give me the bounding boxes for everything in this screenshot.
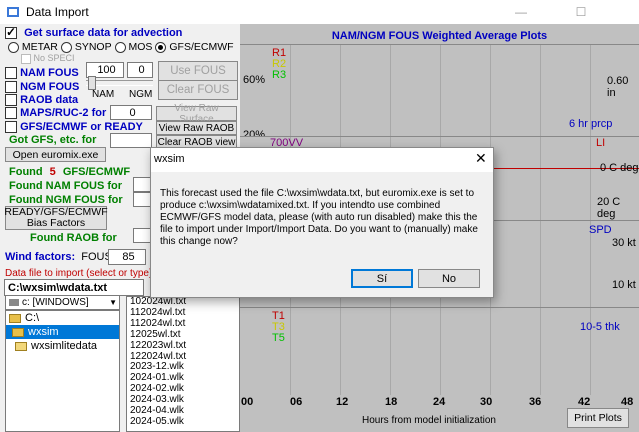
file-list[interactable]: 102024wl.txt 112024wl.txt 112024wl.txt 1… <box>126 296 240 432</box>
surface-data-checkbox[interactable] <box>5 25 17 40</box>
nam-label: NAM <box>92 89 115 100</box>
nam-fous-option[interactable]: NAM FOUS <box>5 67 79 80</box>
source-radio-group: METAR SYNOP MOS GFS/ECMWF <box>8 41 234 53</box>
x-tick: 30 <box>480 396 493 408</box>
open-euromix-button[interactable]: Open euromix.exe <box>5 147 106 162</box>
bias-factors-button[interactable]: READY/GFS/ECMWF Bias Factors <box>4 206 108 230</box>
radio-gfs-ecmwf[interactable]: GFS/ECMWF <box>155 41 234 53</box>
spd-label: SPD <box>589 224 612 236</box>
no-button[interactable]: No <box>418 269 480 288</box>
x-tick: 24 <box>433 396 446 408</box>
window-title: Data Import <box>26 5 89 19</box>
weight-slider-track[interactable] <box>86 80 153 86</box>
folder-open-icon <box>12 327 24 337</box>
directory-list[interactable]: C:\ wxsim wxsimlitedata <box>5 310 120 432</box>
file-list-item[interactable]: 12025wl.txt <box>130 329 239 341</box>
data-import-window: Data Import — ☐ Get surface data for adv… <box>0 0 639 432</box>
raob-data-option[interactable]: RAOB data <box>5 94 78 107</box>
chevron-down-icon: ▼ <box>109 298 117 307</box>
radio-mos[interactable]: MOS <box>114 41 152 53</box>
x-axis-label: Hours from model initialization <box>362 415 496 426</box>
x-tick: 36 <box>529 396 542 408</box>
drive-select[interactable]: c: [WINDOWS] ▼ <box>5 295 120 310</box>
dir-item-root[interactable]: C:\ <box>6 311 119 325</box>
x-tick: 48 <box>621 396 634 408</box>
surface-data-row: Get surface data for advection <box>5 25 183 40</box>
dir-item-wxsimlitedata[interactable]: wxsimlitedata <box>6 339 119 353</box>
dir-item-wxsim[interactable]: wxsim <box>6 325 119 339</box>
drive-icon <box>9 299 19 306</box>
li-label: LI <box>596 137 606 149</box>
maps-ruc-option[interactable]: MAPS/RUC-2 for <box>5 107 106 120</box>
file-list-item[interactable]: 122023wl.txt <box>130 340 239 352</box>
data-file-input[interactable]: C:\wxsim\wdata.txt <box>4 279 144 296</box>
found-nam-label: Found NAM FOUS for <box>9 180 123 192</box>
ngm-fous-option[interactable]: NGM FOUS <box>5 81 79 94</box>
thickness-panel: T1 T3 T5 10-5 thk <box>240 307 639 395</box>
no-speci-option[interactable]: No SPECI <box>21 53 75 64</box>
plots-title: NAM/NGM FOUS Weighted Average Plots <box>331 30 548 42</box>
spd-low-value: 10 kt <box>612 279 636 291</box>
view-raw-surface-button[interactable]: View Raw Surface <box>156 103 237 125</box>
got-gfs-input[interactable] <box>110 133 152 148</box>
found-ngm-field <box>133 192 151 207</box>
found-raob-field <box>133 228 151 243</box>
surface-data-label: Get surface data for advection <box>24 27 183 39</box>
wind-factors-row: Wind factors: FOUS <box>5 251 112 263</box>
fous-wind-input[interactable]: 85 <box>108 249 146 265</box>
li-twenty-value: 20 C deg <box>597 196 621 220</box>
data-file-label: Data file to import (select or type) <box>5 268 153 279</box>
title-bar[interactable]: Data Import — ☐ <box>0 0 639 24</box>
dialog-title: wxsim <box>154 153 185 165</box>
ngm-label: NGM <box>129 89 153 100</box>
precip-label: 6 hr prcp <box>569 118 613 130</box>
x-tick: 00 <box>241 396 254 408</box>
found-gfs-row: Found 5 GFS/ECMWF <box>9 166 131 178</box>
minimize-icon[interactable]: — <box>498 0 544 24</box>
close-icon[interactable]: ✕ <box>475 150 487 167</box>
precip-max-value: 0.60 in <box>607 75 629 99</box>
app-icon <box>7 7 19 17</box>
dialog-message: This forecast used the file C:\wxsim\wda… <box>160 188 478 247</box>
x-tick: 18 <box>385 396 398 408</box>
radio-metar[interactable]: METAR <box>8 41 58 53</box>
precip-y-top: 60% <box>243 74 266 86</box>
print-plots-button[interactable]: Print Plots <box>567 408 629 428</box>
found-nam-field <box>133 177 151 192</box>
folder-icon <box>15 341 27 351</box>
yes-button[interactable]: Sí <box>351 269 413 288</box>
radio-synop[interactable]: SYNOP <box>60 41 112 53</box>
maximize-icon[interactable]: ☐ <box>558 0 604 24</box>
dialog-title-bar[interactable]: wxsim ✕ <box>151 148 493 172</box>
thickness-legend: T1 T3 T5 <box>272 310 285 344</box>
got-gfs-label: Got GFS, etc. for <box>9 134 97 146</box>
maps-hours-input[interactable]: 0 <box>110 105 152 120</box>
found-ngm-label: Found NGM FOUS for <box>9 194 123 206</box>
found-count: 5 <box>49 166 56 178</box>
clear-fous-button[interactable]: Clear FOUS <box>158 80 238 100</box>
wxsim-dialog: wxsim ✕ This forecast used the file C:\w… <box>150 147 494 298</box>
found-raob-label: Found RAOB for <box>30 232 117 244</box>
weight-slider-thumb[interactable] <box>88 76 96 90</box>
li-zero-value: 0 C deg <box>600 162 639 174</box>
view-raw-raob-button[interactable]: View Raw RAOB <box>156 121 237 135</box>
gfs-ecmwf-ready-option[interactable]: GFS/ECMWF or READY <box>5 121 143 134</box>
thickness-label: 10-5 thk <box>580 321 620 333</box>
ngm-weight-input[interactable]: 0 <box>127 62 153 78</box>
file-list-item[interactable]: 2024-05.wlk <box>130 416 239 428</box>
precip-legend: R1 R2 R3 <box>272 47 287 81</box>
spd-high-value: 30 kt <box>612 237 636 249</box>
folder-open-icon <box>9 313 21 323</box>
x-tick: 06 <box>290 396 303 408</box>
use-fous-button[interactable]: Use FOUS <box>158 61 238 81</box>
x-tick: 12 <box>336 396 349 408</box>
x-tick: 42 <box>578 396 591 408</box>
